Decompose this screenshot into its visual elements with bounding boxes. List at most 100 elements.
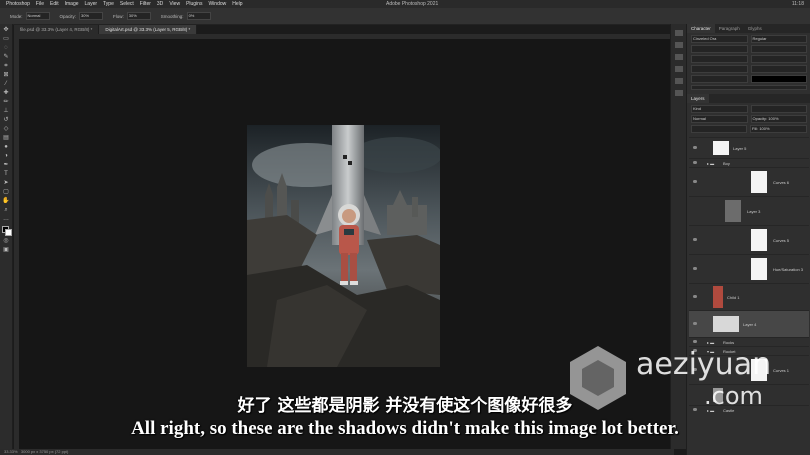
paths-icon[interactable] [675,78,683,84]
lock-icons[interactable] [691,125,747,133]
frame-tool-icon[interactable]: ⊠ [2,72,10,78]
pen-tool-icon[interactable]: ✒ [2,162,10,168]
type-tool-icon[interactable]: T [2,171,10,177]
menu-edit[interactable]: Edit [50,0,59,8]
kerning-field[interactable] [691,55,748,63]
font-row: Cinzeled Ora Regular [691,35,807,43]
healing-brush-icon[interactable]: ✚ [2,90,10,96]
marquee-tool-icon[interactable]: ▭ [2,36,10,42]
menu-plugins[interactable]: Plugins [186,0,202,8]
shape-tool-icon[interactable]: ▢ [2,189,10,195]
crop-tool-icon[interactable]: ⌗ [2,63,10,69]
color-swatches[interactable] [2,226,12,236]
swatches-icon[interactable] [675,66,683,72]
status-zoom[interactable]: 33.33% [4,449,18,454]
quick-mask-icon[interactable]: ◎ [2,238,10,244]
visibility-eye-icon[interactable] [693,322,697,325]
layer-name: Layer 4 [743,322,757,327]
visibility-eye-icon[interactable] [693,295,697,298]
blend-mode-select[interactable]: Normal [691,115,748,123]
layer-row[interactable]: Curves 5 [689,225,809,254]
brush-tool-icon[interactable]: ✏ [2,99,10,105]
font-size-field[interactable] [691,45,748,53]
history-icon[interactable] [675,30,683,36]
layer-mask-thumbnail [751,229,767,251]
menu-app[interactable]: Photoshop [6,0,30,8]
menu-window[interactable]: Window [208,0,226,8]
eraser-icon[interactable]: ◇ [2,126,10,132]
font-family-select[interactable]: Cinzeled Ora [691,35,748,43]
visibility-eye-icon[interactable] [693,238,697,241]
tab-file[interactable]: file.psd @ 33.3% (Layer 4, RGB/8) * [14,25,100,34]
visibility-eye-icon[interactable] [693,146,697,149]
menu-layer[interactable]: Layer [85,0,98,8]
layer-row-selected[interactable]: Layer 4 [689,310,809,337]
mode-select[interactable]: Normal [25,12,50,20]
history-brush-icon[interactable]: ↺ [2,117,10,123]
properties-icon[interactable] [675,42,683,48]
opacity-field[interactable]: 30% [79,12,104,20]
blur-icon[interactable]: ● [2,144,10,150]
dodge-icon[interactable]: ◑ [2,153,10,159]
hand-tool-icon[interactable]: ✋ [2,198,10,204]
layer-row[interactable]: Hue/Saturation 3 [689,254,809,283]
eyedropper-icon[interactable]: ⁄ [2,81,10,87]
background-color[interactable] [5,229,12,236]
visibility-eye-icon[interactable] [693,267,697,270]
color-field[interactable] [750,75,807,83]
adjustments-icon[interactable] [675,54,683,60]
opacity-value: 30% [81,13,90,18]
menu-filter[interactable]: Filter [140,0,151,8]
layer-opacity-field[interactable]: Opacity: 100% [750,115,807,123]
layer-name: Layer 3 [747,209,761,214]
menu-select[interactable]: Select [120,0,134,8]
path-select-icon[interactable]: ➤ [2,180,10,186]
tab-layers[interactable]: Layers [687,94,709,103]
menu-help[interactable]: Help [232,0,242,8]
visibility-eye-icon[interactable] [693,161,697,164]
flow-field[interactable]: 30% [126,12,151,20]
menu-file[interactable]: File [36,0,44,8]
more-tools-icon[interactable]: … [2,216,10,222]
size-row [691,45,807,53]
layer-name: Curves 1 [773,368,790,373]
visibility-eye-icon[interactable] [693,180,697,183]
flow-label: Flow: [113,13,124,19]
smoothing-label: Smoothing: [160,13,184,19]
zoom-tool-icon[interactable]: ⌕ [2,207,10,213]
hscale-field[interactable] [750,65,807,73]
screen-mode-icon[interactable]: ▣ [2,247,10,253]
tab-glyphs[interactable]: Glyphs [744,24,766,33]
tab-paragraph[interactable]: Paragraph [715,24,744,33]
layer-row[interactable]: Child 1 [689,283,809,310]
lasso-tool-icon[interactable]: ◌ [2,45,10,51]
menu-3d[interactable]: 3D [157,0,163,8]
smoothing-field[interactable]: 0% [186,12,211,20]
layer-kind-select[interactable]: Kind [691,105,748,113]
layer-group-row[interactable]: ▸ ▬ Boy [689,158,809,167]
tab-digitalart[interactable]: DigitalArt.psd @ 33.3% (Layer 5, RGB/8) … [99,25,198,34]
character-panel-tabs: Character Paragraph Glyphs [687,24,810,33]
layer-row[interactable]: Layer 3 [689,196,809,225]
move-tool-icon[interactable]: ✥ [2,27,10,33]
layer-row[interactable]: Layer 5 [689,137,809,158]
stamp-tool-icon[interactable]: ⊥ [2,108,10,114]
menu-view[interactable]: View [169,0,180,8]
document-canvas[interactable] [247,125,440,367]
layer-name: Layer 5 [733,146,747,151]
layer-filter-icons[interactable] [751,105,807,113]
channels-icon[interactable] [675,90,683,96]
font-style-select[interactable]: Regular [750,35,807,43]
layer-fill-field[interactable]: Fill: 100% [750,125,807,133]
menu-type[interactable]: Type [103,0,114,8]
vscale-field[interactable] [691,65,748,73]
baseline-field[interactable] [691,75,748,83]
layer-row[interactable]: Curves 6 [689,167,809,196]
quick-select-icon[interactable]: ✎ [2,54,10,60]
type-style-buttons[interactable] [691,85,807,90]
gradient-icon[interactable]: ▤ [2,135,10,141]
leading-field[interactable] [750,45,807,53]
tab-character[interactable]: Character [687,24,715,33]
menu-image[interactable]: Image [65,0,79,8]
tracking-field[interactable] [750,55,807,63]
